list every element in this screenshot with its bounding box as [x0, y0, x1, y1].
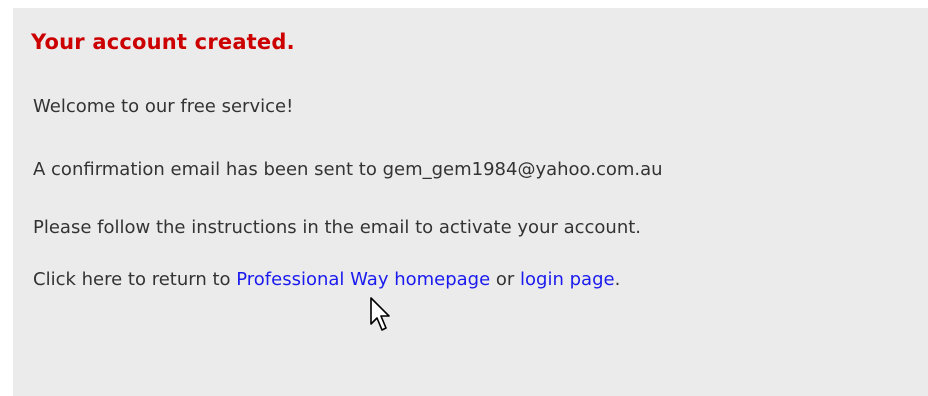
return-prefix: Click here to return to: [33, 269, 237, 290]
instructions-text: Please follow the instructions in the em…: [33, 217, 642, 238]
connector-text: or: [490, 269, 521, 290]
mouse-pointer-icon: [370, 297, 390, 331]
suffix-text: .: [614, 269, 621, 290]
welcome-text: Welcome to our free service!: [33, 96, 294, 117]
page-title: Your account created.: [31, 30, 295, 54]
message-panel: Your account created. Welcome to our fre…: [13, 8, 928, 396]
login-link[interactable]: login page: [520, 269, 615, 290]
confirmation-text: A confirmation email has been sent to ge…: [33, 159, 663, 180]
return-text: Click here to return to Professional Way…: [33, 269, 620, 290]
homepage-link[interactable]: Professional Way homepage: [236, 269, 490, 290]
